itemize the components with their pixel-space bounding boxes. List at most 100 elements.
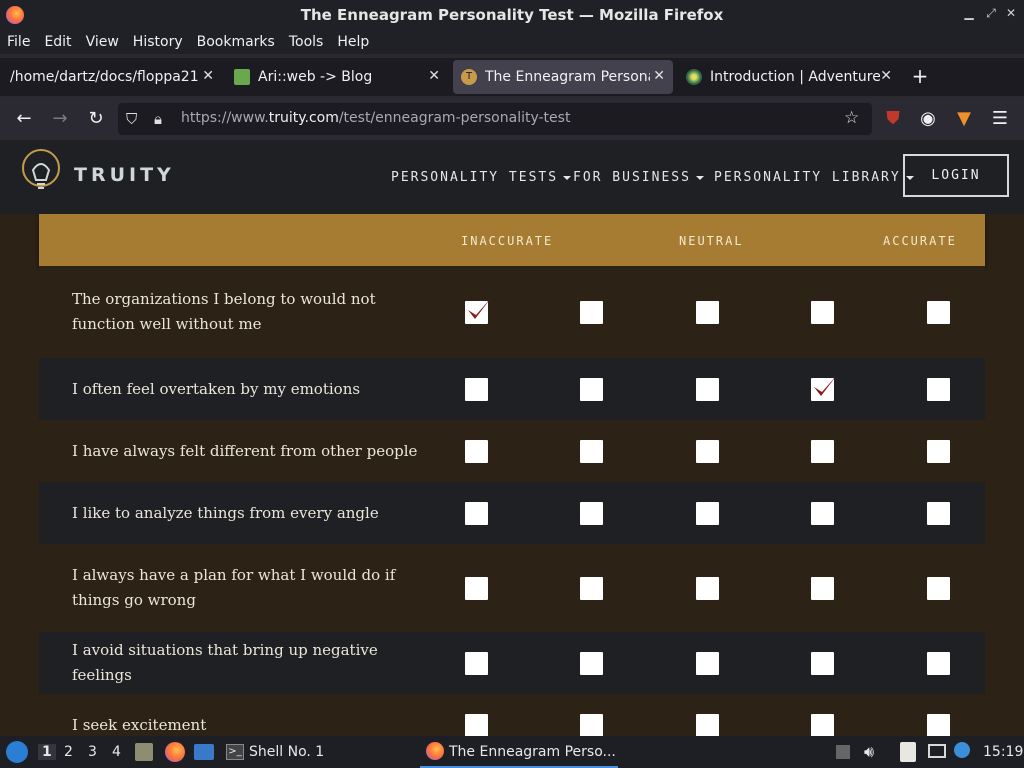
- truity-logo-text[interactable]: TRUITY: [74, 164, 175, 186]
- window-title: The Enneagram Personality Test — Mozilla…: [300, 6, 724, 24]
- answer-checkbox-2[interactable]: [580, 502, 603, 525]
- window-titlebar: The Enneagram Personality Test — Mozilla…: [0, 0, 1024, 30]
- tab-close-icon[interactable]: ✕: [428, 68, 440, 84]
- answer-checkbox-4[interactable]: [811, 301, 834, 324]
- menu-help[interactable]: Help: [337, 34, 369, 50]
- close-window-icon[interactable]: ✕: [1004, 6, 1018, 20]
- volume-icon[interactable]: 🔊︎: [864, 742, 874, 762]
- tab-introduction[interactable]: Introduction | Adventure ✕: [678, 60, 900, 94]
- menu-history[interactable]: History: [133, 34, 183, 50]
- firefox-launcher-icon[interactable]: [165, 742, 185, 762]
- tab-close-icon[interactable]: ✕: [880, 68, 892, 84]
- taskbar-active-window[interactable]: The Enneagram Perso...: [420, 736, 618, 768]
- truity-lightbulb-logo-icon[interactable]: [20, 148, 62, 200]
- update-notifier-icon[interactable]: [954, 742, 970, 758]
- question-text: I avoid situations that bring up negativ…: [72, 641, 378, 684]
- answer-checkbox-5[interactable]: [927, 577, 950, 600]
- back-arrow-icon[interactable]: ←: [13, 108, 35, 130]
- answer-checkbox-2[interactable]: [580, 577, 603, 600]
- tab-enneagram[interactable]: T The Enneagram Personal ✕: [453, 60, 673, 94]
- clipboard-icon[interactable]: [900, 742, 916, 762]
- minimize-icon[interactable]: ▁: [962, 6, 976, 20]
- answer-checkbox-5[interactable]: [927, 378, 950, 401]
- answer-checkbox-5[interactable]: [927, 502, 950, 525]
- workspace-2[interactable]: 2: [64, 744, 73, 760]
- answer-checkbox-1[interactable]: [465, 502, 488, 525]
- answer-checkbox-3[interactable]: [696, 714, 719, 736]
- scroll-up-icon[interactable]: [836, 745, 850, 759]
- forward-arrow-icon[interactable]: →: [49, 108, 71, 130]
- answer-checkbox-4[interactable]: [811, 577, 834, 600]
- nav-for-business[interactable]: FOR BUSINESS: [573, 170, 704, 185]
- workspace-4[interactable]: 4: [112, 744, 121, 760]
- answer-checkbox-1[interactable]: [465, 652, 488, 675]
- answer-checkbox-2[interactable]: [580, 652, 603, 675]
- workspace-3[interactable]: 3: [88, 744, 97, 760]
- firefox-logo-icon: [6, 6, 24, 24]
- taskbar-terminal-window[interactable]: Shell No. 1: [249, 744, 324, 760]
- question-row: I always have a plan for what I would do…: [39, 544, 985, 632]
- answer-checkbox-1[interactable]: [465, 577, 488, 600]
- login-button[interactable]: LOGIN: [903, 154, 1009, 197]
- tab-close-icon[interactable]: ✕: [202, 68, 214, 84]
- desktop-icon[interactable]: [194, 744, 214, 760]
- menu-bookmarks[interactable]: Bookmarks: [197, 34, 275, 50]
- answer-checkbox-3[interactable]: [696, 577, 719, 600]
- answer-checkbox-3[interactable]: [696, 440, 719, 463]
- answer-checkbox-4[interactable]: [811, 440, 834, 463]
- nav-bar: ← → ↻ ⛉ 🔒︎ https://www.truity.com/test/e…: [0, 98, 1024, 140]
- nav-personality-tests[interactable]: PERSONALITY TESTS: [391, 170, 572, 185]
- url-bar[interactable]: ⛉ 🔒︎ https://www.truity.com/test/enneagr…: [118, 103, 872, 135]
- maximize-icon[interactable]: ⤢: [984, 6, 998, 20]
- answer-checkbox-4[interactable]: [811, 652, 834, 675]
- lock-icon[interactable]: 🔒︎: [154, 110, 162, 128]
- menu-file[interactable]: File: [7, 34, 30, 50]
- answer-checkbox-1[interactable]: [465, 378, 488, 401]
- tab-close-icon[interactable]: ✕: [653, 68, 665, 84]
- tab-ariweb[interactable]: Ari::web -> Blog ✕: [226, 60, 448, 94]
- app-menu-icon[interactable]: ☰: [989, 108, 1011, 130]
- answer-checkbox-4[interactable]: [811, 502, 834, 525]
- answer-checkbox-1[interactable]: [465, 440, 488, 463]
- url-text[interactable]: https://www.truity.com/test/enneagram-pe…: [181, 110, 570, 126]
- answer-checkbox-3[interactable]: [696, 378, 719, 401]
- answer-checkbox-5[interactable]: [927, 440, 950, 463]
- menu-edit[interactable]: Edit: [44, 34, 71, 50]
- ublock-extension-icon[interactable]: ⛊: [882, 108, 904, 130]
- extension-icon[interactable]: ▼: [953, 108, 975, 130]
- answer-checkbox-1[interactable]: [465, 298, 491, 324]
- answer-checkbox-2[interactable]: [580, 301, 603, 324]
- workspace-1[interactable]: 1: [38, 744, 56, 760]
- bookmark-star-icon[interactable]: ☆: [844, 108, 859, 128]
- tab-floppa[interactable]: /home/dartz/docs/floppa21.h ✕: [2, 60, 222, 94]
- taskbar: 1 2 3 4 >_ Shell No. 1 The Enneagram Per…: [0, 736, 1024, 768]
- answer-checkbox-1[interactable]: [465, 714, 488, 736]
- reload-icon[interactable]: ↻: [85, 108, 107, 130]
- shield-icon[interactable]: ⛉: [126, 110, 137, 128]
- file-manager-icon[interactable]: [135, 743, 153, 761]
- answer-checkbox-3[interactable]: [696, 652, 719, 675]
- answer-checkbox-2[interactable]: [580, 440, 603, 463]
- question-text: I have always felt different from other …: [72, 442, 418, 460]
- menu-tools[interactable]: Tools: [289, 34, 324, 50]
- answer-checkbox-2[interactable]: [580, 714, 603, 736]
- scale-label-inaccurate: INACCURATE: [461, 234, 554, 248]
- network-icon[interactable]: [928, 744, 946, 758]
- privacy-extension-icon[interactable]: ◉: [917, 108, 939, 130]
- firefox-window-icon: [426, 742, 444, 760]
- answer-checkbox-2[interactable]: [580, 378, 603, 401]
- start-menu-icon[interactable]: [6, 741, 28, 763]
- answer-checkbox-5[interactable]: [927, 301, 950, 324]
- answer-checkbox-4[interactable]: [811, 375, 837, 401]
- answer-checkbox-5[interactable]: [927, 714, 950, 736]
- answer-checkbox-4[interactable]: [811, 714, 834, 736]
- answer-checkbox-3[interactable]: [696, 502, 719, 525]
- menu-bar: File Edit View History Bookmarks Tools H…: [0, 30, 1024, 54]
- nav-personality-library[interactable]: PERSONALITY LIBRARY: [714, 170, 914, 185]
- clock: 15:19: [983, 744, 1024, 760]
- answer-checkbox-3[interactable]: [696, 301, 719, 324]
- new-tab-icon[interactable]: +: [910, 64, 930, 88]
- answer-checkbox-5[interactable]: [927, 652, 950, 675]
- menu-view[interactable]: View: [86, 34, 119, 50]
- ariweb-favicon-icon: [234, 69, 250, 85]
